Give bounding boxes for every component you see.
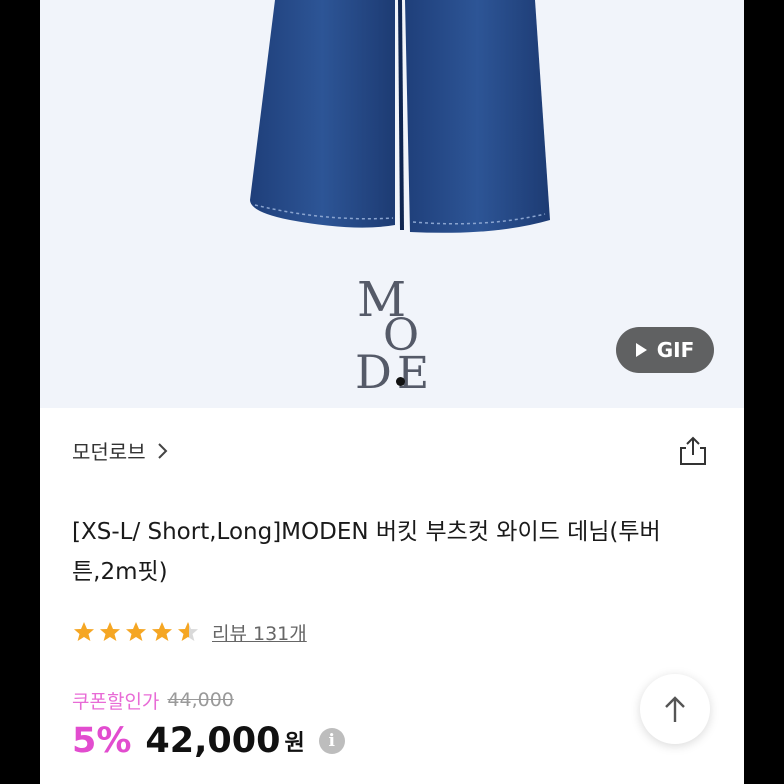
jeans-image [250,0,550,233]
discount-rate: 5% [72,721,132,761]
review-count-link[interactable]: 리뷰 131개 [212,619,307,646]
share-icon[interactable] [676,434,710,468]
rating-row: 리뷰 131개 [72,614,307,650]
product-title: [XS-L/ Short,Long]MODEN 버킷 부츠컷 와이드 데님(투버… [72,519,661,585]
star-icon [126,622,146,641]
product-detail-screen: M O D E GIF 모던로브 [XS-L/ Short,Long]MODEN… [40,0,744,784]
brand-row: 모던로브 [40,408,744,494]
coupon-price-row: 쿠폰할인가 44,000 [72,686,234,714]
chevron-right-icon [157,442,168,459]
carousel-indicator [396,377,405,386]
half-star-icon [178,622,198,641]
brand-name: 모던로브 [72,440,146,464]
star-icon [100,622,120,641]
coupon-label: 쿠폰할인가 [72,690,160,713]
gif-label: GIF [656,338,695,362]
brand-link[interactable]: 모던로브 [72,436,170,465]
svg-text:D: D [355,345,392,399]
star-icon [74,622,94,641]
currency-label: 원 [284,731,305,756]
scroll-to-top-button[interactable] [640,674,710,744]
play-icon [635,343,647,357]
info-icon[interactable]: i [318,728,345,754]
gif-button[interactable]: GIF [616,327,714,373]
star-rating [72,620,200,644]
sale-price: 42,000 [145,721,281,761]
star-icon [152,622,172,641]
price-row: 5% 42,000 원 i [72,716,345,766]
svg-text:E: E [397,348,429,399]
product-image[interactable]: M O D E GIF [40,0,744,408]
arrow-up-icon [665,696,685,722]
brand-logo: M O D E [355,276,429,399]
original-price: 44,000 [167,689,234,711]
